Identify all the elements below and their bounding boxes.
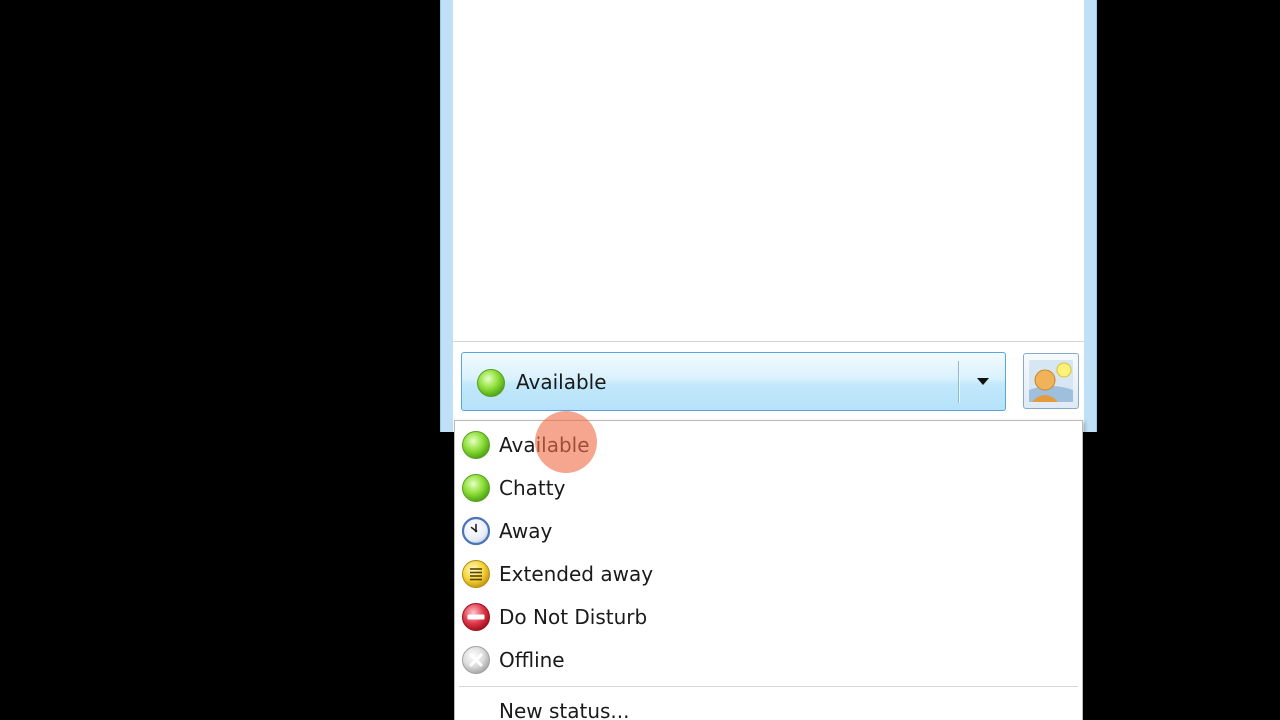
menu-item-label: Offline — [499, 648, 565, 672]
menu-separator — [459, 686, 1078, 687]
menu-item-label: Do Not Disturb — [499, 605, 648, 629]
menu-item-away[interactable]: Away — [455, 509, 1082, 552]
away-clock-icon — [461, 516, 491, 550]
menu-item-label: Extended away — [499, 562, 654, 586]
menu-item-new-status[interactable]: New status... — [455, 689, 1082, 720]
avatar-button[interactable] — [1023, 353, 1079, 409]
screen: Available Available Chatty Away Extended… — [0, 0, 1280, 720]
menu-item-label: Available — [499, 433, 590, 457]
extended-away-icon — [461, 559, 491, 593]
menu-item-offline[interactable]: Offline — [455, 638, 1082, 681]
contact-list-area[interactable] — [453, 0, 1084, 342]
avatar-icon — [1029, 360, 1073, 402]
status-dropdown-menu: Available Chatty Away Extended away Do N… — [454, 420, 1083, 720]
menu-item-label: Chatty — [499, 476, 566, 500]
menu-item-available[interactable]: Available — [455, 423, 1082, 466]
do-not-disturb-icon — [461, 602, 491, 636]
menu-item-do-not-disturb[interactable]: Do Not Disturb — [455, 595, 1082, 638]
menu-item-label: Away — [499, 519, 553, 543]
current-status-label: Available — [516, 370, 607, 394]
offline-icon — [461, 645, 491, 679]
status-selector[interactable]: Available — [461, 352, 1006, 411]
menu-item-extended-away[interactable]: Extended away — [455, 552, 1082, 595]
new-status-label: New status... — [499, 699, 630, 720]
available-icon — [476, 368, 506, 402]
menu-item-chatty[interactable]: Chatty — [455, 466, 1082, 509]
chatty-icon — [461, 473, 491, 507]
chevron-down-icon[interactable] — [959, 353, 1005, 410]
available-icon — [461, 430, 491, 464]
